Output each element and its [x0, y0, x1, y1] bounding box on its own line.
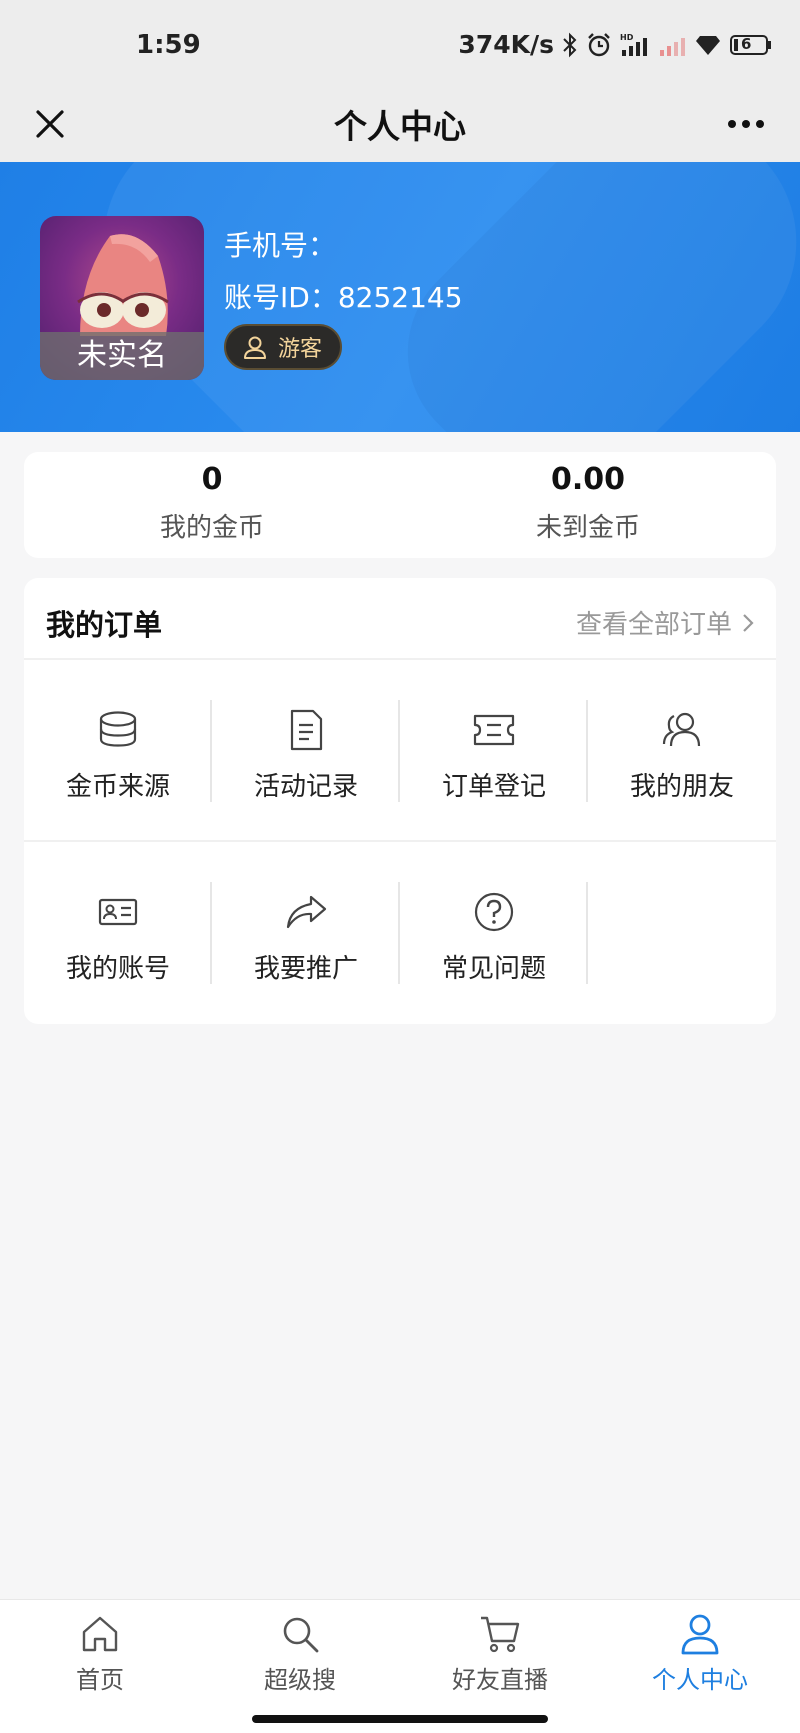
- alarm-icon: [586, 32, 612, 58]
- menu-item-my-account[interactable]: 我的账号: [24, 842, 212, 1024]
- page-title: 个人中心: [334, 107, 466, 146]
- tab-profile[interactable]: 个人中心: [600, 1600, 800, 1699]
- share-icon: [286, 895, 327, 929]
- nav-bar: 个人中心: [0, 86, 800, 162]
- document-icon: [290, 709, 323, 751]
- chevron-right-icon: [743, 613, 754, 632]
- orders-header: 我的订单 查看全部订单: [24, 578, 776, 660]
- menu-item-my-friends[interactable]: 我的朋友: [588, 660, 776, 840]
- battery-icon: 6: [730, 34, 772, 56]
- coins-card: 0 我的金币 0.00 未到金币: [24, 452, 776, 558]
- more-button[interactable]: [716, 96, 776, 152]
- tab-label: 首页: [76, 1666, 124, 1694]
- signal-icon: [658, 32, 686, 58]
- pending-coins[interactable]: 0.00 未到金币: [400, 452, 776, 558]
- menu-item-label: 活动记录: [253, 772, 358, 802]
- tab-label: 个人中心: [652, 1666, 748, 1694]
- ticket-icon: [473, 714, 515, 746]
- menu-item-coin-source[interactable]: 金币来源: [24, 660, 212, 840]
- menu-item-promote[interactable]: 我要推广: [212, 842, 400, 1024]
- home-indicator[interactable]: [252, 1715, 548, 1723]
- guest-badge-label: 游客: [278, 337, 323, 362]
- my-coins-label: 我的金币: [159, 513, 264, 543]
- menu-item-label: 常见问题: [441, 954, 546, 984]
- home-indicator-area: [0, 1699, 800, 1733]
- pending-coins-label: 未到金币: [535, 513, 640, 543]
- signal-hd-icon: HD: [620, 32, 650, 58]
- search-icon: [283, 1617, 319, 1653]
- orders-title: 我的订单: [46, 608, 163, 642]
- my-coins-value: 0: [201, 462, 223, 497]
- wifi-icon: [694, 33, 722, 57]
- profile-banner: 未实名 手机号： 账号ID：8252145 游客: [0, 162, 800, 432]
- more-icon-dot: [756, 120, 764, 128]
- person-icon: [681, 1614, 719, 1655]
- menu-item-faq[interactable]: 常见问题: [400, 842, 588, 1024]
- coins-icon: [99, 711, 137, 747]
- menu-item-label: 我要推广: [253, 954, 358, 984]
- view-all-orders-link[interactable]: 查看全部订单: [576, 604, 754, 641]
- battery-level: 6: [741, 34, 752, 53]
- bluetooth-icon: [562, 32, 578, 58]
- more-icon-dot: [728, 120, 736, 128]
- menu-item-label: 订单登记: [441, 772, 546, 802]
- pending-coins-value: 0.00: [550, 462, 626, 497]
- my-coins[interactable]: 0 我的金币: [24, 452, 400, 558]
- bottom-tab-bar: 首页 超级搜 好友直播 个人中心: [0, 1599, 800, 1699]
- tab-super-search[interactable]: 超级搜: [200, 1600, 400, 1699]
- menu-item-order-register[interactable]: 订单登记: [400, 660, 588, 840]
- menu-item-label: 我的账号: [65, 954, 170, 984]
- tab-friend-live[interactable]: 好友直播: [400, 1600, 600, 1699]
- tab-label: 超级搜: [264, 1666, 336, 1694]
- phone-label: 手机号：: [224, 229, 337, 262]
- cart-icon: [481, 1616, 520, 1653]
- question-icon: [474, 892, 514, 932]
- menu-item-label: 我的朋友: [629, 772, 734, 802]
- account-id: 账号ID：8252145: [224, 281, 463, 314]
- avatar-verification-label: 未实名: [40, 332, 204, 380]
- status-indicators: 374K/s HD 6: [458, 30, 772, 59]
- status-bar: 1:59 374K/s HD 6: [0, 0, 800, 86]
- menu-item-label: 金币来源: [65, 772, 170, 802]
- svg-text:HD: HD: [620, 33, 634, 42]
- network-speed: 374K/s: [458, 30, 554, 59]
- orders-card: 我的订单 查看全部订单 金币来源 活动记录 订单登记 我的朋友 我的账号 我要推…: [24, 578, 776, 1024]
- tab-home[interactable]: 首页: [0, 1600, 200, 1699]
- status-time: 1:59: [136, 30, 201, 60]
- friends-icon: [662, 712, 701, 747]
- tab-label: 好友直播: [452, 1666, 548, 1694]
- guest-badge[interactable]: 游客: [224, 324, 343, 370]
- user-icon: [244, 336, 266, 359]
- menu-grid-row: 金币来源 活动记录 订单登记 我的朋友: [24, 660, 776, 842]
- id-card-icon: [98, 898, 138, 926]
- menu-grid-row: 我的账号 我要推广 常见问题: [24, 842, 776, 1024]
- menu-item-activity-records[interactable]: 活动记录: [212, 660, 400, 840]
- avatar[interactable]: 未实名: [40, 216, 204, 380]
- view-all-orders-label: 查看全部订单: [575, 610, 732, 640]
- more-icon-dot: [742, 120, 750, 128]
- menu-item-empty: [588, 842, 776, 1024]
- home-icon: [82, 1616, 118, 1652]
